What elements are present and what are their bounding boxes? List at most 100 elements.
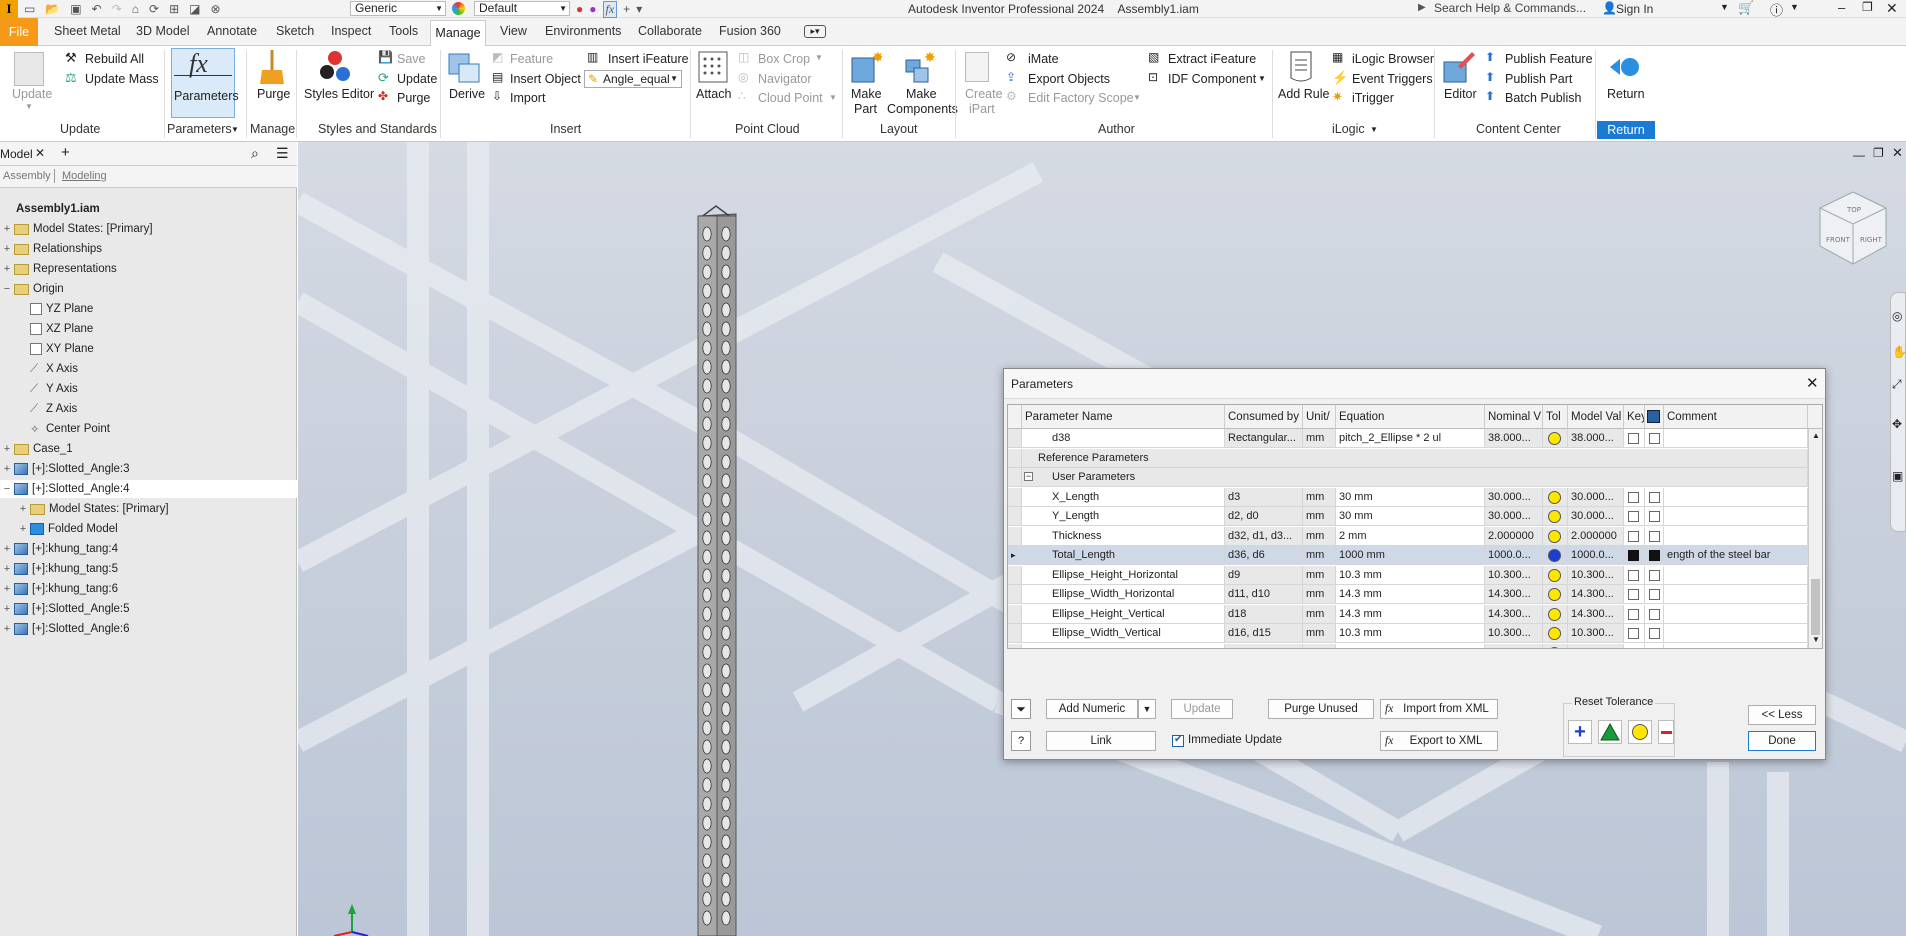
publish-feature-button[interactable]: Publish Feature: [1505, 52, 1593, 66]
parameter-row[interactable]: X_Length d3 mm 30 mm 30.000... 30.000...: [1008, 487, 1808, 507]
browser-item[interactable]: − [+]:Slotted_Angle:4: [0, 480, 297, 498]
cart-icon[interactable]: 🛒: [1738, 0, 1754, 16]
browser-item[interactable]: + Representations: [0, 260, 297, 278]
column-export[interactable]: [1645, 405, 1664, 429]
expand-toggle-icon[interactable]: +: [0, 263, 14, 275]
edit-factory-scope-button[interactable]: Edit Factory Scope: [1028, 91, 1134, 105]
equation-cell[interactable]: 1000 mm: [1336, 546, 1485, 564]
help-icon[interactable]: ⓘ: [1770, 0, 1783, 19]
browser-item[interactable]: Assembly1.iam: [0, 200, 297, 218]
make-components-label-2[interactable]: Components: [887, 102, 958, 116]
appearance-icon[interactable]: [452, 2, 465, 15]
median-tolerance-icon[interactable]: [1628, 720, 1652, 744]
export-to-xml-button[interactable]: fx Export to XML: [1380, 731, 1498, 751]
color-override-icon[interactable]: ●: [576, 2, 583, 16]
tolerance-indicator-icon[interactable]: [1548, 510, 1561, 523]
tab-fusion-360[interactable]: Fusion 360: [719, 24, 781, 38]
viewport-minimize-icon[interactable]: —: [1853, 148, 1865, 162]
comment-cell[interactable]: ength of the steel bar: [1664, 546, 1808, 564]
tab-sketch[interactable]: Sketch: [276, 24, 314, 38]
browser-item[interactable]: + [+]:Slotted_Angle:5: [0, 600, 297, 618]
expand-toggle-icon[interactable]: +: [0, 583, 14, 595]
attach-button[interactable]: Attach: [696, 87, 731, 101]
equation-cell[interactable]: 30 mm: [1336, 487, 1485, 506]
close-icon[interactable]: ✕: [1806, 374, 1819, 392]
tolerance-cell[interactable]: [1543, 624, 1568, 642]
less-button[interactable]: << Less: [1748, 705, 1816, 725]
itrigger-button[interactable]: iTrigger: [1352, 91, 1394, 105]
expand-toggle-icon[interactable]: +: [0, 563, 14, 575]
parameter-row[interactable]: Ellipse_Height_Horizontal d9 mm 10.3 mm 10.3…: [1008, 565, 1808, 585]
tab-annotate[interactable]: Annotate: [207, 24, 257, 38]
editor-button[interactable]: Editor: [1444, 87, 1477, 101]
parameter-row[interactable]: Ellipse_Angled19, d13mm5.15 mm5.1500005.…: [1008, 643, 1808, 648]
row-header[interactable]: [1008, 643, 1022, 648]
key-checkbox[interactable]: [1628, 491, 1639, 503]
measure-icon[interactable]: ⊞: [169, 2, 179, 16]
browser-item[interactable]: + [+]:Slotted_Angle:3: [0, 460, 297, 478]
material-icon[interactable]: ⊗: [210, 2, 220, 16]
viewport-restore-icon[interactable]: ❐: [1873, 146, 1884, 160]
parameter-name-cell[interactable]: Ellipse_Height_Horizontal: [1022, 565, 1225, 584]
create-ipart-label-1[interactable]: Create: [965, 87, 1003, 101]
tolerance-cell[interactable]: [1543, 487, 1568, 506]
tab-environments[interactable]: Environments: [545, 24, 621, 38]
open-file-icon[interactable]: 📂: [45, 2, 60, 16]
look-at-icon[interactable]: ▣: [1892, 469, 1903, 483]
upper-tolerance-icon[interactable]: +: [1568, 720, 1592, 744]
restore-icon[interactable]: ❐: [1862, 0, 1873, 14]
chevron-right-icon[interactable]: ▶: [1418, 2, 1426, 13]
ilogic-browser-button[interactable]: iLogic Browser: [1352, 52, 1434, 66]
update-button[interactable]: Update: [1171, 699, 1233, 719]
browser-item[interactable]: XZ Plane: [0, 320, 297, 338]
row-header[interactable]: ▸: [1008, 546, 1022, 564]
scroll-down-icon[interactable]: ▼: [1812, 635, 1820, 644]
insert-ifeature-button[interactable]: Insert iFeature: [608, 52, 689, 66]
expand-toggle-icon[interactable]: +: [0, 623, 14, 635]
comment-cell[interactable]: [1664, 526, 1808, 545]
inventor-app-icon[interactable]: I: [0, 0, 18, 18]
select-icon[interactable]: ◪: [189, 2, 200, 16]
tolerance-cell[interactable]: [1543, 604, 1568, 623]
tab-manage[interactable]: Manage: [430, 20, 486, 47]
create-ipart-label-2[interactable]: iPart: [969, 102, 995, 116]
immediate-update-checkbox[interactable]: ✔: [1172, 734, 1184, 747]
styles-editor-button[interactable]: Styles Editor: [304, 87, 374, 101]
tolerance-cell[interactable]: [1543, 546, 1568, 564]
chevron-down-icon[interactable]: ▼: [1370, 125, 1378, 134]
row-header[interactable]: [1008, 526, 1022, 545]
nominal-tolerance-icon[interactable]: [1598, 720, 1622, 744]
return-button[interactable]: Return: [1607, 87, 1645, 101]
new-file-icon[interactable]: ▭: [24, 2, 35, 16]
export-checkbox[interactable]: [1649, 647, 1660, 648]
tolerance-indicator-icon[interactable]: [1548, 627, 1561, 640]
browser-item[interactable]: ⟋ X Axis: [0, 360, 297, 378]
tolerance-indicator-icon[interactable]: [1548, 646, 1561, 648]
filter-icon[interactable]: ⏷: [1011, 699, 1031, 719]
export-objects-button[interactable]: Export Objects: [1028, 72, 1110, 86]
parameter-row[interactable]: ▸ Total_Length d36, d6 mm 1000 mm 1000.0... 10…: [1008, 546, 1808, 565]
ifeature-combo[interactable]: ✎ Angle_equal ▼: [584, 70, 682, 88]
event-triggers-button[interactable]: Event Triggers: [1352, 72, 1433, 86]
close-icon[interactable]: ✕: [1886, 0, 1898, 17]
import-button[interactable]: Import: [510, 91, 545, 105]
tolerance-cell[interactable]: [1543, 643, 1568, 648]
parameter-row[interactable]: Y_Length d2, d0 mm 30 mm 30.000... 30.000...: [1008, 507, 1808, 526]
redo-icon[interactable]: ↷: [112, 2, 122, 16]
tab-view[interactable]: View: [500, 24, 527, 38]
make-part-label-1[interactable]: Make: [851, 87, 882, 101]
equation-cell[interactable]: 10.3 mm: [1336, 565, 1485, 584]
minimize-icon[interactable]: –: [1838, 0, 1845, 15]
parameter-row[interactable]: Ellipse_Width_Horizontal d11, d10 mm 14.3 m…: [1008, 585, 1808, 604]
browser-item[interactable]: − Origin: [0, 280, 297, 298]
purge-unused-button[interactable]: Purge Unused: [1268, 699, 1374, 719]
tolerance-cell[interactable]: [1543, 507, 1568, 525]
imate-button[interactable]: iMate: [1028, 52, 1059, 66]
chevron-down-icon[interactable]: ▼: [1790, 2, 1799, 12]
row-header[interactable]: [1008, 429, 1022, 447]
tolerance-indicator-icon[interactable]: [1548, 549, 1561, 562]
mode-modeling[interactable]: Modeling: [62, 170, 107, 182]
browser-item[interactable]: + Relationships: [0, 240, 297, 258]
update-mass-button[interactable]: Update Mass: [85, 72, 159, 86]
link-button[interactable]: Link: [1046, 731, 1156, 751]
